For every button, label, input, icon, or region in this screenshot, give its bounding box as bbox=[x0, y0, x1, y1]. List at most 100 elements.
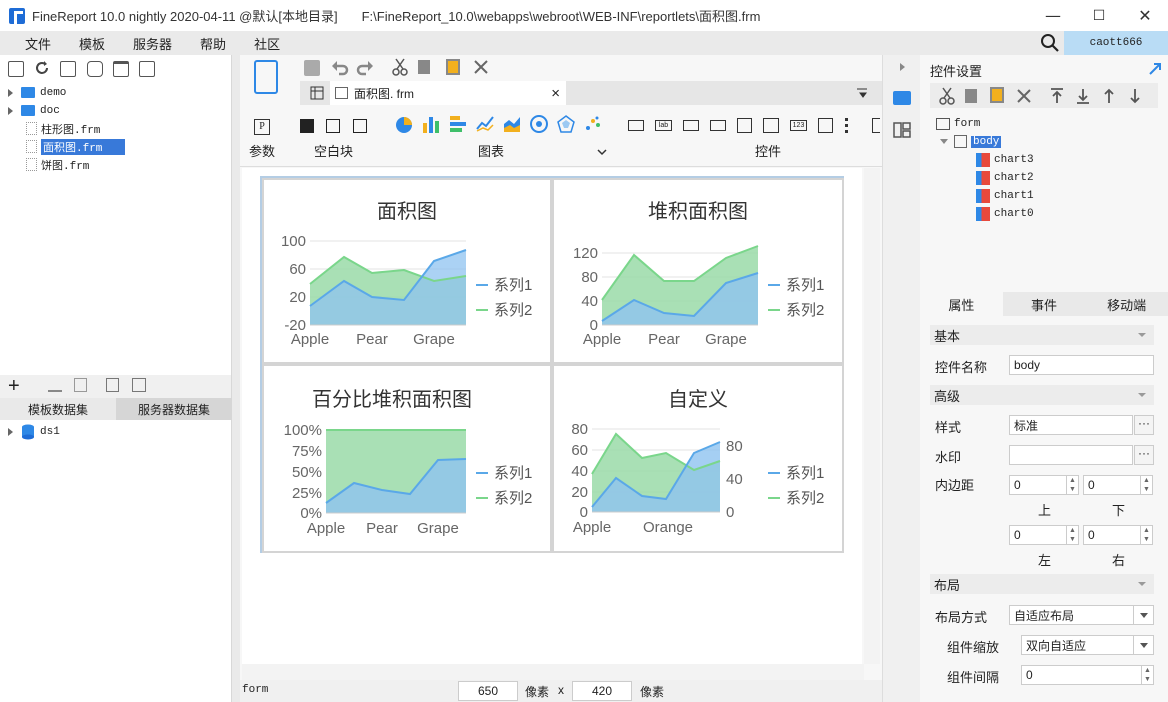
move-bottom-icon[interactable] bbox=[1076, 88, 1090, 104]
spinner-icon[interactable]: ▲ ▼ bbox=[1066, 476, 1078, 494]
tab-template-dataset[interactable]: 模板数据集 bbox=[0, 398, 116, 420]
watermark-more-button[interactable]: ··· bbox=[1134, 445, 1154, 465]
preview-icon[interactable] bbox=[106, 378, 119, 392]
tab-server-dataset[interactable]: 服务器数据集 bbox=[116, 398, 232, 420]
dropdown-widget-icon[interactable] bbox=[710, 120, 726, 131]
button-widget-icon[interactable] bbox=[683, 120, 699, 131]
copy-widget-icon[interactable] bbox=[418, 60, 430, 74]
label-widget-icon[interactable]: lab bbox=[655, 120, 672, 131]
undo-icon[interactable] bbox=[331, 58, 349, 76]
move-top-icon[interactable] bbox=[1050, 88, 1064, 104]
widget-name-input[interactable]: body bbox=[1009, 355, 1154, 375]
vertical-scrollbar[interactable] bbox=[864, 168, 880, 664]
widget-tree-form[interactable]: form bbox=[936, 115, 980, 132]
add-dataset-icon[interactable]: + bbox=[8, 375, 20, 398]
chevron-down-icon[interactable] bbox=[1133, 606, 1153, 624]
chart1[interactable]: 堆积面积图 120 80 40 0 Apple Pear Grape 系列1 系… bbox=[552, 178, 844, 364]
scale-select[interactable]: 双向自适应 bbox=[1021, 635, 1154, 655]
tree-item-pie-chart[interactable]: 饼图.frm bbox=[4, 156, 89, 173]
tab-close-icon[interactable]: × bbox=[551, 85, 560, 102]
report-block-icon[interactable] bbox=[353, 119, 367, 133]
canvas-width-input[interactable]: 650 bbox=[458, 681, 518, 701]
textarea-widget-icon[interactable] bbox=[818, 118, 833, 133]
layout-mode-select[interactable]: 自适应布局 bbox=[1009, 605, 1154, 625]
bar-chart-icon[interactable] bbox=[449, 115, 467, 133]
line-chart-icon[interactable] bbox=[476, 115, 494, 133]
close-button[interactable]: ✕ bbox=[1122, 0, 1168, 31]
tab-area-chart[interactable]: 面积图. frm × bbox=[330, 81, 566, 105]
widget-tree-body[interactable]: body bbox=[940, 133, 1002, 150]
tab-menu-icon[interactable] bbox=[857, 87, 871, 99]
padding-right-input[interactable]: 0 ▲ ▼ bbox=[1083, 525, 1153, 545]
delete-icon[interactable] bbox=[113, 61, 129, 77]
paste-icon[interactable] bbox=[990, 87, 1004, 103]
widget-tree-chart1[interactable]: chart1 bbox=[976, 187, 1034, 204]
delete-widget-icon[interactable] bbox=[473, 59, 489, 75]
menu-community[interactable]: 社区 bbox=[254, 34, 280, 53]
tree-item-doc[interactable]: doc bbox=[4, 102, 60, 119]
tree-item-demo[interactable]: demo bbox=[4, 84, 66, 101]
collapse-arrow-icon[interactable] bbox=[899, 62, 907, 72]
left-collapse-strip[interactable] bbox=[232, 55, 240, 702]
refresh-icon[interactable] bbox=[34, 60, 50, 76]
user-account[interactable]: caott666 bbox=[1064, 31, 1168, 55]
new-folder-icon[interactable] bbox=[8, 61, 24, 77]
settings-icon[interactable] bbox=[87, 61, 103, 77]
chart0[interactable]: 面积图 100 60 20 -20 Apple Pear Grape 系列1 系… bbox=[262, 178, 552, 364]
open-icon[interactable] bbox=[60, 61, 76, 77]
maximize-button[interactable]: ☐ bbox=[1076, 0, 1122, 31]
chevron-down-icon[interactable] bbox=[1133, 636, 1153, 654]
spinner-icon[interactable]: ▲ ▼ bbox=[1140, 526, 1152, 544]
chart3[interactable]: 自定义 80 60 40 20 0 80 40 0 Apple Orange 系… bbox=[552, 364, 844, 553]
move-up-icon[interactable] bbox=[1102, 88, 1116, 104]
tab-events[interactable]: 事件 bbox=[1003, 292, 1086, 316]
column-chart-icon[interactable] bbox=[422, 115, 440, 133]
cut-icon[interactable] bbox=[391, 58, 409, 76]
expand-arrow-icon[interactable] bbox=[8, 427, 13, 436]
param-icon[interactable]: P bbox=[254, 119, 270, 135]
pin-icon[interactable] bbox=[1148, 62, 1162, 76]
pie-chart-icon[interactable] bbox=[395, 116, 413, 134]
tab-properties[interactable]: 属性 bbox=[920, 292, 1003, 316]
grid-icon[interactable] bbox=[310, 86, 324, 100]
padding-bottom-input[interactable]: 0 ▲ ▼ bbox=[1083, 475, 1153, 495]
paste-icon[interactable] bbox=[446, 59, 460, 75]
move-down-icon[interactable] bbox=[1128, 88, 1142, 104]
section-advanced[interactable]: 高级 bbox=[930, 385, 1154, 405]
widget-tree-chart0[interactable]: chart0 bbox=[976, 205, 1034, 222]
redo-icon[interactable] bbox=[356, 58, 374, 76]
chevron-down-icon[interactable] bbox=[597, 147, 607, 157]
template-icon[interactable] bbox=[254, 60, 278, 94]
canvas-height-input[interactable]: 420 bbox=[572, 681, 632, 701]
chart2[interactable]: 百分比堆积面积图 100% 75% 50% 25% 0% Apple Pear … bbox=[262, 364, 552, 553]
search-icon[interactable] bbox=[1040, 33, 1060, 53]
widget-tree-chart2[interactable]: chart2 bbox=[976, 169, 1034, 186]
copy-icon[interactable] bbox=[965, 89, 977, 103]
menu-file[interactable]: 文件 bbox=[25, 34, 51, 53]
spinner-icon[interactable]: ▲ ▼ bbox=[1066, 526, 1078, 544]
expand-arrow-icon[interactable] bbox=[8, 88, 13, 97]
watermark-input[interactable] bbox=[1009, 445, 1133, 465]
dataset-settings-icon[interactable] bbox=[132, 378, 146, 392]
scatter-chart-icon[interactable] bbox=[584, 115, 602, 133]
menu-server[interactable]: 服务器 bbox=[133, 34, 172, 53]
tree-item-bar-chart[interactable]: 柱形图.frm bbox=[4, 120, 100, 137]
widget-tree-chart3[interactable]: chart3 bbox=[976, 151, 1034, 168]
section-layout[interactable]: 布局 bbox=[930, 574, 1154, 594]
copy-icon[interactable] bbox=[139, 61, 155, 77]
area-chart-icon[interactable] bbox=[503, 115, 521, 133]
radar-chart-icon[interactable] bbox=[557, 115, 575, 133]
gap-input[interactable]: 0 ▲ ▼ bbox=[1021, 665, 1154, 685]
cut-icon[interactable] bbox=[938, 87, 956, 105]
checkbox-widget-icon[interactable] bbox=[737, 118, 752, 133]
edit-icon[interactable] bbox=[48, 378, 62, 392]
expand-arrow-icon[interactable] bbox=[8, 106, 13, 115]
widget-settings-icon[interactable] bbox=[893, 91, 911, 105]
date-widget-icon[interactable] bbox=[763, 118, 779, 133]
textbox-widget-icon[interactable] bbox=[628, 120, 644, 131]
padding-left-input[interactable]: 0 ▲ ▼ bbox=[1009, 525, 1079, 545]
spinner-icon[interactable]: ▲ ▼ bbox=[1140, 476, 1152, 494]
menu-template[interactable]: 模板 bbox=[79, 34, 105, 53]
delete-dataset-icon[interactable] bbox=[74, 378, 87, 392]
minimize-button[interactable]: — bbox=[1030, 0, 1076, 31]
